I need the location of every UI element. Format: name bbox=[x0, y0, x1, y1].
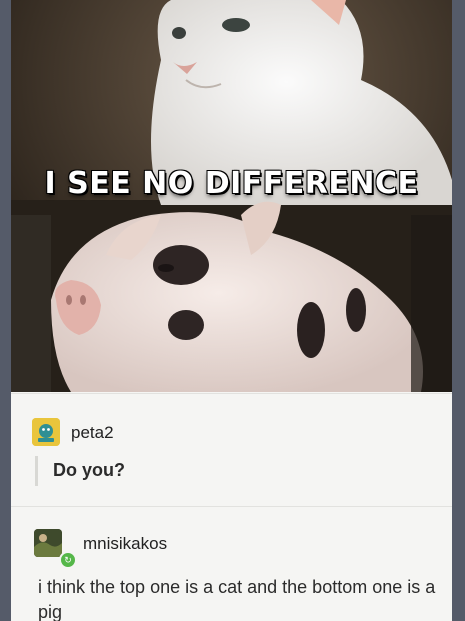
meme-caption: I SEE NO DIFFERENCE bbox=[44, 166, 419, 201]
reblog-entry: peta2 Do you? bbox=[11, 393, 452, 506]
reblog-badge-icon: ↻ bbox=[59, 551, 77, 569]
username-link[interactable]: mnisikakos bbox=[83, 534, 167, 554]
quote-bar bbox=[35, 456, 38, 486]
reblog-comment: Do you? bbox=[53, 460, 125, 480]
peta2-avatar-icon[interactable] bbox=[32, 418, 60, 446]
reblog-entry: ↻ mnisikakos i think the top one is a ca… bbox=[11, 506, 452, 621]
username-link[interactable]: peta2 bbox=[71, 423, 114, 443]
user-avatar-icon[interactable] bbox=[34, 529, 62, 557]
post-card: I SEE NO DIFFERENCE peta2 Do you? ↻ mnis… bbox=[11, 0, 452, 621]
meme-image[interactable]: I SEE NO DIFFERENCE bbox=[11, 0, 452, 392]
app-frame: I SEE NO DIFFERENCE peta2 Do you? ↻ mnis… bbox=[0, 0, 465, 621]
reblog-comment: i think the top one is a cat and the bot… bbox=[38, 577, 436, 621]
